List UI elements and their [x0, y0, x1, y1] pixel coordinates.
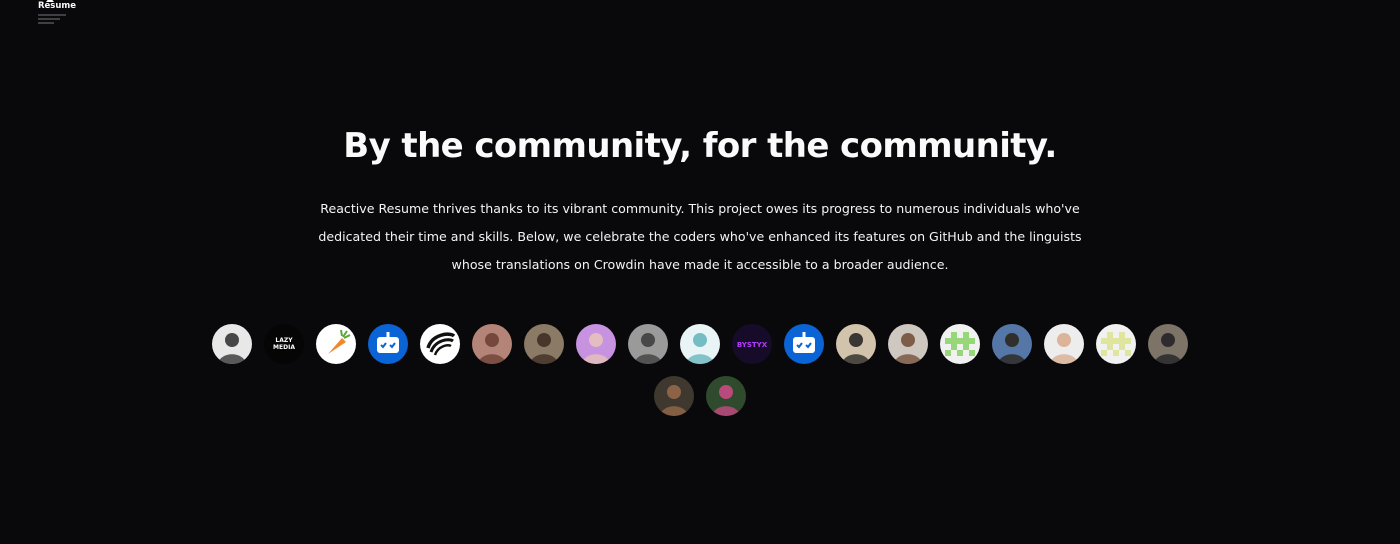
contributor-avatar[interactable] — [1096, 324, 1136, 364]
logo-line — [38, 22, 54, 24]
section-heading: By the community, for the community. — [343, 126, 1057, 166]
pixel-icon — [1096, 324, 1136, 364]
contributor-avatar[interactable] — [420, 324, 460, 364]
contributor-avatar[interactable] — [1044, 324, 1084, 364]
avatar-image — [706, 376, 746, 416]
contributor-avatar[interactable]: BYSTYX — [732, 324, 772, 364]
avatar-image — [628, 324, 668, 364]
avatar-image — [524, 324, 564, 364]
avatar-image — [212, 324, 252, 364]
pixel-icon — [940, 324, 980, 364]
contributor-avatar[interactable]: LAZY MEDIA — [264, 324, 304, 364]
contributor-avatar[interactable] — [1148, 324, 1188, 364]
contributor-avatar[interactable] — [706, 376, 746, 416]
avatar-image — [888, 324, 928, 364]
logo[interactable]: Resume — [38, 0, 78, 28]
contributor-avatar[interactable] — [524, 324, 564, 364]
avatar-image — [1148, 324, 1188, 364]
contributor-avatar[interactable] — [992, 324, 1032, 364]
avatar-image — [472, 324, 512, 364]
logo-line — [38, 14, 66, 16]
contributor-avatar[interactable] — [472, 324, 512, 364]
bot-icon — [368, 324, 408, 364]
avatar-image — [576, 324, 616, 364]
svg-text:LAZY: LAZY — [275, 337, 293, 344]
contributor-avatar[interactable] — [680, 324, 720, 364]
contributor-avatar[interactable] — [654, 376, 694, 416]
contributor-avatar[interactable] — [836, 324, 876, 364]
avatar-image — [1044, 324, 1084, 364]
avatar-image — [680, 324, 720, 364]
section-description: Reactive Resume thrives thanks to its vi… — [318, 201, 1082, 272]
avatar-image — [992, 324, 1032, 364]
avatar-image: LAZYMEDIA — [264, 324, 304, 364]
svg-text:MEDIA: MEDIA — [273, 344, 295, 351]
bot-icon — [784, 324, 824, 364]
contributors-list: LAZY MEDIA BYSTYX — [206, 324, 1194, 416]
contributor-avatar[interactable] — [628, 324, 668, 364]
avatar-image — [836, 324, 876, 364]
contributor-avatar[interactable] — [940, 324, 980, 364]
contributor-avatar[interactable] — [888, 324, 928, 364]
contributor-avatar[interactable] — [212, 324, 252, 364]
logo-line — [38, 18, 60, 20]
carrot-icon — [316, 324, 356, 364]
contributor-avatar[interactable] — [784, 324, 824, 364]
logo-text: Resume — [38, 1, 77, 11]
contributor-avatar[interactable] — [576, 324, 616, 364]
contributor-avatar[interactable] — [368, 324, 408, 364]
contributor-avatar[interactable] — [316, 324, 356, 364]
avatar-image — [654, 376, 694, 416]
svg-text:BYSTYX: BYSTYX — [737, 341, 768, 349]
avatar-image: BYSTYX — [732, 324, 772, 364]
swoosh-icon — [420, 324, 460, 364]
